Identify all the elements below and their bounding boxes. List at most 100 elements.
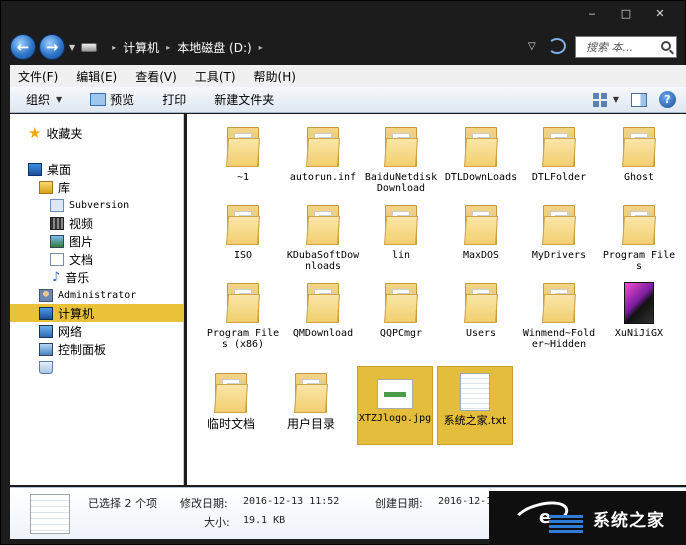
recent-pages-dropdown[interactable]: ▼	[69, 43, 75, 52]
folder-item[interactable]: Program Files	[601, 198, 677, 275]
modified-label: 修改日期:	[180, 497, 228, 510]
search-icon[interactable]	[661, 41, 671, 51]
network-icon	[39, 324, 53, 338]
minimize-button[interactable]: ‒	[575, 5, 609, 21]
modified-value: 2016-12-13 11:52	[243, 496, 340, 507]
folder-item[interactable]: ~1	[205, 120, 281, 197]
folder-icon	[305, 280, 341, 324]
close-button[interactable]: ✕	[643, 5, 677, 21]
folder-icon	[541, 280, 577, 324]
forward-button[interactable]: →	[39, 34, 65, 60]
computer-icon	[39, 306, 53, 320]
chevron-right-icon[interactable]: ▸	[112, 43, 116, 52]
nav-label: 控制面板	[58, 342, 107, 357]
folder-item[interactable]: Ghost	[601, 120, 677, 197]
refresh-button[interactable]	[548, 38, 566, 54]
document-icon	[50, 252, 64, 266]
folder-item[interactable]: QMDownload	[285, 276, 361, 353]
folder-icon	[225, 202, 261, 246]
folder-icon	[293, 370, 329, 414]
nav-label: 收藏夹	[46, 126, 83, 141]
organize-button[interactable]: 组织 ▼	[26, 91, 62, 108]
nav-administrator[interactable]: Administrator	[10, 286, 184, 304]
folder-item[interactable]: DTLDownLoads	[443, 120, 519, 197]
drive-icon	[81, 42, 98, 52]
file-item[interactable]: XTZJlogo.jpg	[357, 366, 433, 445]
menu-tools[interactable]: 工具(T)	[195, 68, 236, 85]
nav-recycle-bin[interactable]	[10, 358, 184, 376]
folder-item[interactable]: MyDrivers	[521, 198, 597, 275]
nav-music[interactable]: ♪ 音乐	[10, 268, 184, 286]
folder-item[interactable]: BaiduNetdiskDownload	[363, 120, 439, 197]
maximize-button[interactable]: □	[609, 5, 643, 21]
desktop-icon	[28, 162, 42, 176]
nav-videos[interactable]: 视频	[10, 214, 184, 232]
window-controls: ‒ □ ✕	[575, 5, 677, 21]
help-icon[interactable]: ?	[659, 91, 676, 108]
nav-network[interactable]: 网络	[10, 322, 184, 340]
nav-subversion[interactable]: Subversion	[10, 196, 184, 214]
breadcrumb[interactable]: ▸ 计算机 ▸ 本地磁盘 (D:) ▸	[81, 36, 511, 58]
folder-icon	[305, 124, 341, 168]
new-folder-button[interactable]: 新建文件夹	[214, 91, 274, 108]
folder-item[interactable]: MaxDOS	[443, 198, 519, 275]
folder-icon	[463, 202, 499, 246]
address-dropdown[interactable]: ▽	[528, 41, 536, 52]
change-view-icon[interactable]	[592, 92, 607, 107]
view-dropdown-icon[interactable]: ▼	[613, 95, 619, 104]
nav-libraries[interactable]: 库	[10, 178, 184, 196]
folder-item[interactable]: autorun.inf	[285, 120, 361, 197]
folder-item[interactable]: DTLFolder	[521, 120, 597, 197]
menu-view[interactable]: 查看(V)	[135, 68, 177, 85]
breadcrumb-computer[interactable]: 计算机	[123, 39, 159, 56]
text-file-icon	[460, 373, 490, 411]
menu-edit[interactable]: 编辑(E)	[76, 68, 117, 85]
folder-item[interactable]: Winmend~Folder~Hidden	[521, 276, 597, 353]
watermark-text: 系统之家	[593, 511, 665, 531]
preview-icon	[90, 93, 107, 106]
nav-label: 视频	[69, 216, 94, 231]
nav-computer[interactable]: 计算机	[10, 304, 184, 322]
picture-icon	[50, 234, 64, 248]
nav-documents[interactable]: 文档	[10, 250, 184, 268]
folder-item[interactable]: lin	[363, 198, 439, 275]
file-name-label: Ghost	[623, 172, 655, 183]
nav-control-panel[interactable]: 控制面板	[10, 340, 184, 358]
folder-item[interactable]: Users	[443, 276, 519, 353]
nav-label: Administrator	[58, 289, 137, 301]
folder-item[interactable]: KDubaSoftDownloads	[285, 198, 361, 275]
search-input[interactable]: 搜索 本...	[575, 36, 677, 58]
nav-desktop[interactable]: 桌面	[10, 160, 184, 178]
menu-help[interactable]: 帮助(H)	[254, 68, 296, 85]
folder-item[interactable]: 临时文档	[193, 366, 269, 443]
file-name-label: BaiduNetdiskDownload	[364, 172, 438, 194]
chevron-right-icon[interactable]: ▸	[259, 43, 263, 52]
back-button[interactable]: ←	[10, 34, 36, 60]
menu-bar: 文件(F) 编辑(E) 查看(V) 工具(T) 帮助(H)	[10, 65, 686, 87]
folder-item[interactable]: 用户目录	[273, 366, 349, 443]
folder-icon	[225, 280, 261, 324]
nav-pictures[interactable]: 图片	[10, 232, 184, 250]
file-item[interactable]: 系统之家.txt	[437, 366, 513, 445]
nav-label: 计算机	[58, 306, 95, 321]
folder-icon	[541, 202, 577, 246]
preview-button[interactable]: 预览	[90, 91, 134, 108]
print-button[interactable]: 打印	[162, 91, 186, 108]
chevron-right-icon[interactable]: ▸	[166, 43, 170, 52]
folder-item[interactable]: QQPCmgr	[363, 276, 439, 353]
nav-label: Subversion	[69, 199, 130, 211]
breadcrumb-drive-d[interactable]: 本地磁盘 (D:)	[177, 39, 251, 56]
file-name-label: XuNiJiGX	[614, 328, 664, 339]
file-name-label: XTZJlogo.jpg	[358, 413, 432, 424]
preview-pane-icon[interactable]	[631, 92, 647, 107]
nav-favorites[interactable]: ★ 收藏夹	[10, 124, 184, 142]
file-name-label: Users	[465, 328, 497, 339]
watermark: e 系统之家	[489, 491, 686, 545]
menu-file[interactable]: 文件(F)	[18, 68, 58, 85]
command-bar: 组织 ▼ 预览 打印 新建文件夹 ▼ ?	[10, 87, 686, 113]
folder-item[interactable]: Program Files (x86)	[205, 276, 281, 353]
file-name-label: ISO	[233, 250, 253, 261]
file-item[interactable]: XuNiJiGX	[601, 276, 677, 353]
navigation-pane: ★ 收藏夹 桌面 库 Subversion 视频 图片 文档 ♪ 音乐 Admi…	[10, 114, 184, 485]
folder-item[interactable]: ISO	[205, 198, 281, 275]
